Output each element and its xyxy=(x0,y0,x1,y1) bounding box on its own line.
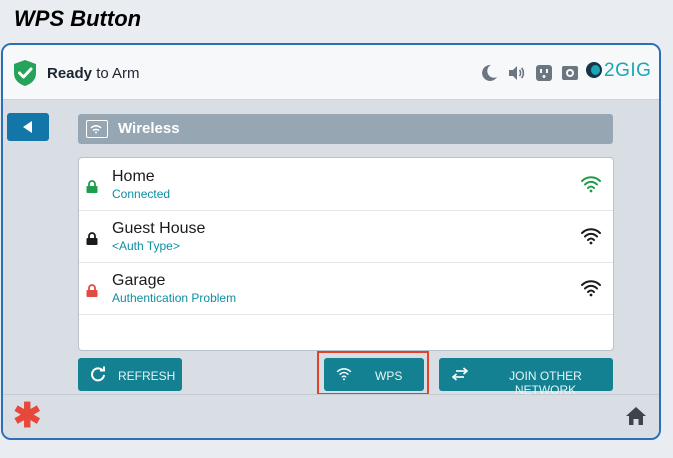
arm-status[interactable]: Ready to Arm xyxy=(47,65,140,82)
brand-logo: 2GIG xyxy=(586,60,651,82)
camera-icon[interactable] xyxy=(560,63,580,83)
network-name: Guest House xyxy=(112,220,206,237)
back-button[interactable] xyxy=(7,113,49,141)
network-name: Garage xyxy=(112,272,166,289)
page-title: Wireless xyxy=(118,120,180,137)
arm-status-bold: Ready xyxy=(47,65,93,82)
network-row-home[interactable]: Home Connected xyxy=(79,158,613,211)
network-name: Home xyxy=(112,168,155,185)
lock-icon xyxy=(86,180,98,193)
shield-check-icon xyxy=(14,60,36,86)
speaker-icon[interactable] xyxy=(506,63,526,83)
swap-arrows-icon xyxy=(452,367,468,381)
refresh-button[interactable]: REFRESH xyxy=(78,358,182,391)
panic-asterisk-icon[interactable]: ✱ xyxy=(13,399,42,433)
wifi-signal-icon xyxy=(581,280,601,297)
network-status: Authentication Problem xyxy=(112,291,237,305)
refresh-label: REFRESH xyxy=(118,369,176,383)
page-title-bar: Wireless xyxy=(78,114,613,144)
moon-icon[interactable] xyxy=(479,63,499,83)
outlet-icon[interactable] xyxy=(534,63,554,83)
refresh-icon xyxy=(91,366,105,382)
wireless-settings-icon xyxy=(86,120,108,138)
bottom-bar: ✱ xyxy=(3,394,659,438)
chevron-left-icon xyxy=(23,121,32,133)
brand-text: 2GIG xyxy=(604,60,652,81)
network-row-guest-house[interactable]: Guest House <Auth Type> xyxy=(79,210,613,263)
wifi-signal-icon xyxy=(581,176,601,193)
network-status: Connected xyxy=(112,187,171,201)
caption-title: WPS Button xyxy=(14,6,142,31)
home-icon[interactable] xyxy=(625,405,647,427)
lock-icon xyxy=(86,232,98,245)
brand-mark-icon xyxy=(586,62,602,78)
lock-icon xyxy=(86,284,98,297)
arm-status-rest: to Arm xyxy=(92,65,140,82)
join-label: JOIN OTHER NETWORK xyxy=(509,369,582,397)
device-screen: Ready to Arm 2GIG Wireless Home Connecte… xyxy=(1,43,661,440)
network-status: <Auth Type> xyxy=(112,239,180,253)
network-list: Home Connected Guest House <Auth Type> G… xyxy=(78,157,614,351)
network-row-garage[interactable]: Garage Authentication Problem xyxy=(79,262,613,315)
join-other-network-button[interactable]: JOIN OTHER NETWORK xyxy=(439,358,613,397)
wps-highlight-box xyxy=(317,351,429,395)
status-bar: Ready to Arm 2GIG xyxy=(3,45,659,100)
wifi-signal-icon xyxy=(581,228,601,245)
